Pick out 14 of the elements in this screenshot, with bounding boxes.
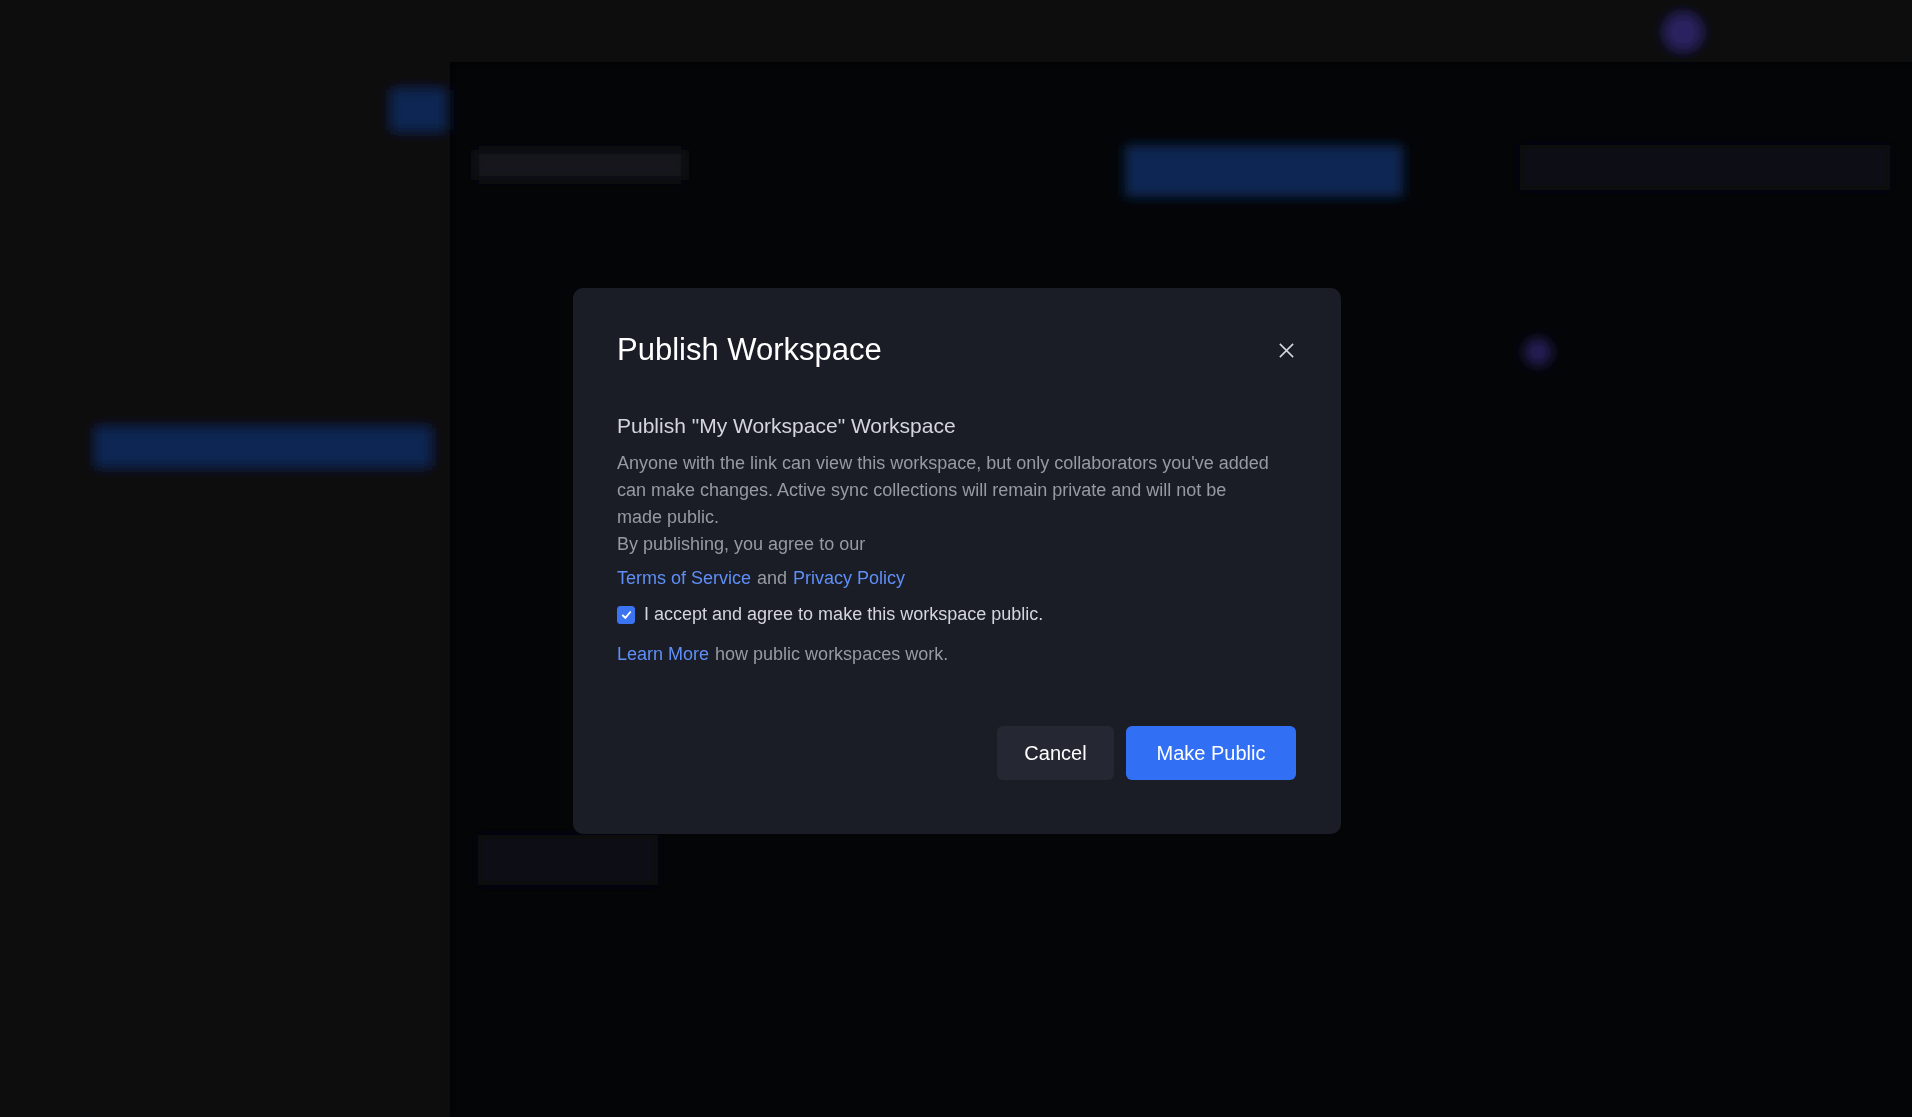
dialog-title: Publish Workspace bbox=[617, 332, 882, 368]
cancel-button[interactable]: Cancel bbox=[997, 726, 1114, 780]
learn-more-text: how public workspaces work. bbox=[715, 643, 949, 666]
privacy-link[interactable]: Privacy Policy bbox=[793, 565, 906, 592]
terms-link[interactable]: Terms of Service bbox=[617, 565, 752, 592]
dialog-subtitle: Publish "My Workspace" Workspace bbox=[617, 414, 957, 438]
consent-label: I accept and agree to make this workspace public. bbox=[644, 604, 1044, 625]
joiner-text: and bbox=[757, 567, 788, 590]
description-text: By publishing, you agree to our bbox=[617, 533, 867, 556]
consent-checkbox[interactable] bbox=[617, 605, 635, 624]
close-icon[interactable] bbox=[1277, 340, 1296, 360]
make-public-button[interactable]: Make Public bbox=[1126, 726, 1296, 780]
description-text: Anyone with the link can view this workspace, but only collaborators you've added can make changes. Active sync collections will remain private and will not be made public. bbox=[617, 452, 1270, 529]
learn-more-link[interactable]: Learn More bbox=[617, 641, 710, 668]
